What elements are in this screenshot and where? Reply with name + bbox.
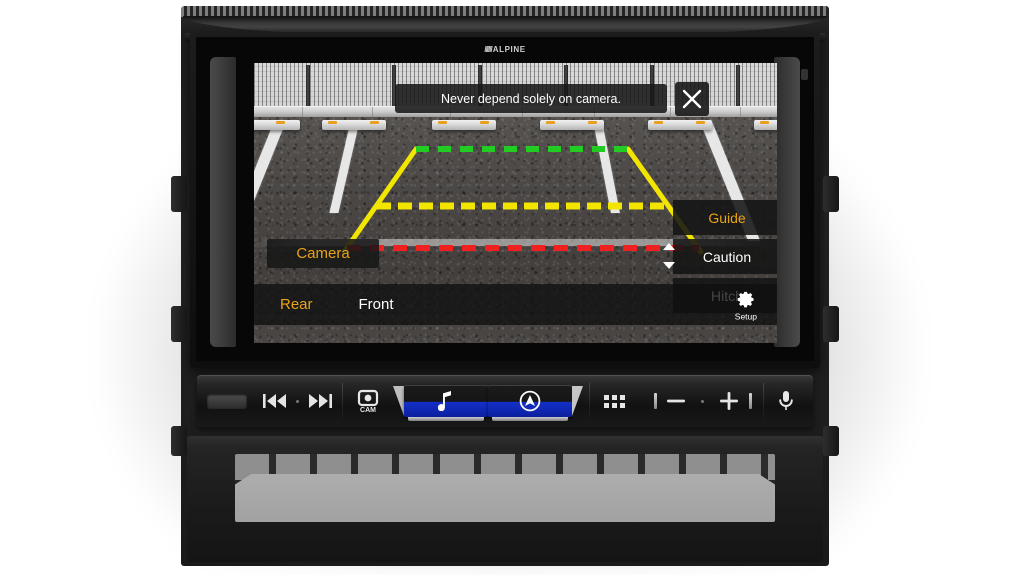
guide-line-left (341, 146, 419, 255)
mounting-tab-left (171, 306, 187, 342)
camera-icon: CAM (357, 389, 378, 413)
triangle-down-icon[interactable] (663, 262, 675, 269)
navigation-arrow-icon (519, 390, 541, 412)
menu-item-guide[interactable]: Guide (673, 200, 777, 235)
menu-item-guide-label: Guide (708, 209, 746, 226)
voice-button[interactable] (764, 381, 809, 421)
camera-mode-label: Camera (296, 245, 350, 262)
hardware-button-deck: CAM (197, 375, 813, 427)
audio-button-face[interactable] (403, 385, 488, 421)
plus-icon (720, 392, 739, 410)
deck-wing-left (392, 386, 404, 416)
minus-icon (667, 399, 686, 403)
previous-track-button[interactable] (261, 381, 288, 421)
mounting-tab-right (823, 176, 839, 212)
deck-center-dot (289, 381, 307, 421)
svg-text:CAM: CAM (360, 407, 376, 413)
dock-opening (235, 454, 775, 522)
guide-stepper[interactable] (662, 243, 676, 269)
alpine-head-unit: //////ALPINE Never depend solely on came… (171, 6, 839, 566)
deck-divider (252, 383, 254, 419)
triangle-up-icon[interactable] (663, 243, 675, 250)
apps-grid-icon (604, 394, 626, 408)
bezel-strip-left (210, 57, 236, 347)
monitor-inner-frame: //////ALPINE Never depend solely on came… (196, 37, 814, 361)
gear-icon (737, 291, 754, 307)
bezel-strip-right (774, 57, 800, 347)
deck-divider (639, 383, 641, 419)
audio-button[interactable] (403, 381, 488, 421)
eject-slot-icon (206, 393, 247, 409)
navigation-button[interactable] (487, 381, 572, 421)
eject-button[interactable] (201, 381, 253, 421)
ir-receiver (801, 69, 808, 80)
brand-logo: //////ALPINE (196, 45, 814, 54)
camera-mode-chip[interactable]: Camera (267, 239, 379, 268)
brand-logo-text: ALPINE (492, 45, 526, 54)
tab-rear[interactable]: Rear (280, 296, 313, 313)
volume-down-button[interactable] (660, 381, 692, 421)
mounting-tab-left (171, 176, 187, 212)
setup-label: Setup (734, 311, 757, 321)
setup-button[interactable]: Setup (735, 288, 757, 321)
apps-button[interactable] (590, 381, 640, 421)
dock-tray (235, 474, 775, 522)
lower-chassis (187, 436, 823, 562)
brand-logo-slashes: ////// (484, 45, 492, 54)
navigation-button-face[interactable] (487, 385, 572, 421)
volume-tick-left (650, 381, 660, 421)
volume-tick-right (745, 381, 755, 421)
monitor-housing: //////ALPINE Never depend solely on came… (190, 32, 820, 368)
menu-item-caution[interactable]: Caution (673, 239, 777, 274)
previous-track-icon (263, 394, 287, 408)
mounting-tab-right (823, 426, 839, 456)
tab-front[interactable]: Front (359, 296, 394, 313)
next-track-icon (309, 394, 333, 408)
camera-warning-text: Never depend solely on camera. (441, 91, 621, 106)
microphone-icon (779, 391, 794, 410)
lcd-screen[interactable]: Never depend solely on camera. Camera Gu… (254, 63, 777, 343)
volume-up-button[interactable] (713, 381, 745, 421)
next-track-button[interactable] (307, 381, 334, 421)
camera-warning-banner: Never depend solely on camera. (395, 84, 667, 113)
camera-button[interactable]: CAM (343, 381, 393, 421)
mounting-tab-right (823, 306, 839, 342)
music-note-icon (438, 391, 452, 411)
deck-wing-right (571, 386, 583, 416)
deck-center-dot (692, 381, 713, 421)
close-icon (682, 89, 702, 109)
screenshot-root: //////ALPINE Never depend solely on came… (0, 0, 1024, 575)
mounting-tab-left (171, 426, 187, 456)
screen-bottom-toolbar: Rear Front Setup (254, 284, 777, 325)
close-warning-button[interactable] (675, 82, 709, 116)
menu-item-caution-label: Caution (702, 248, 752, 265)
